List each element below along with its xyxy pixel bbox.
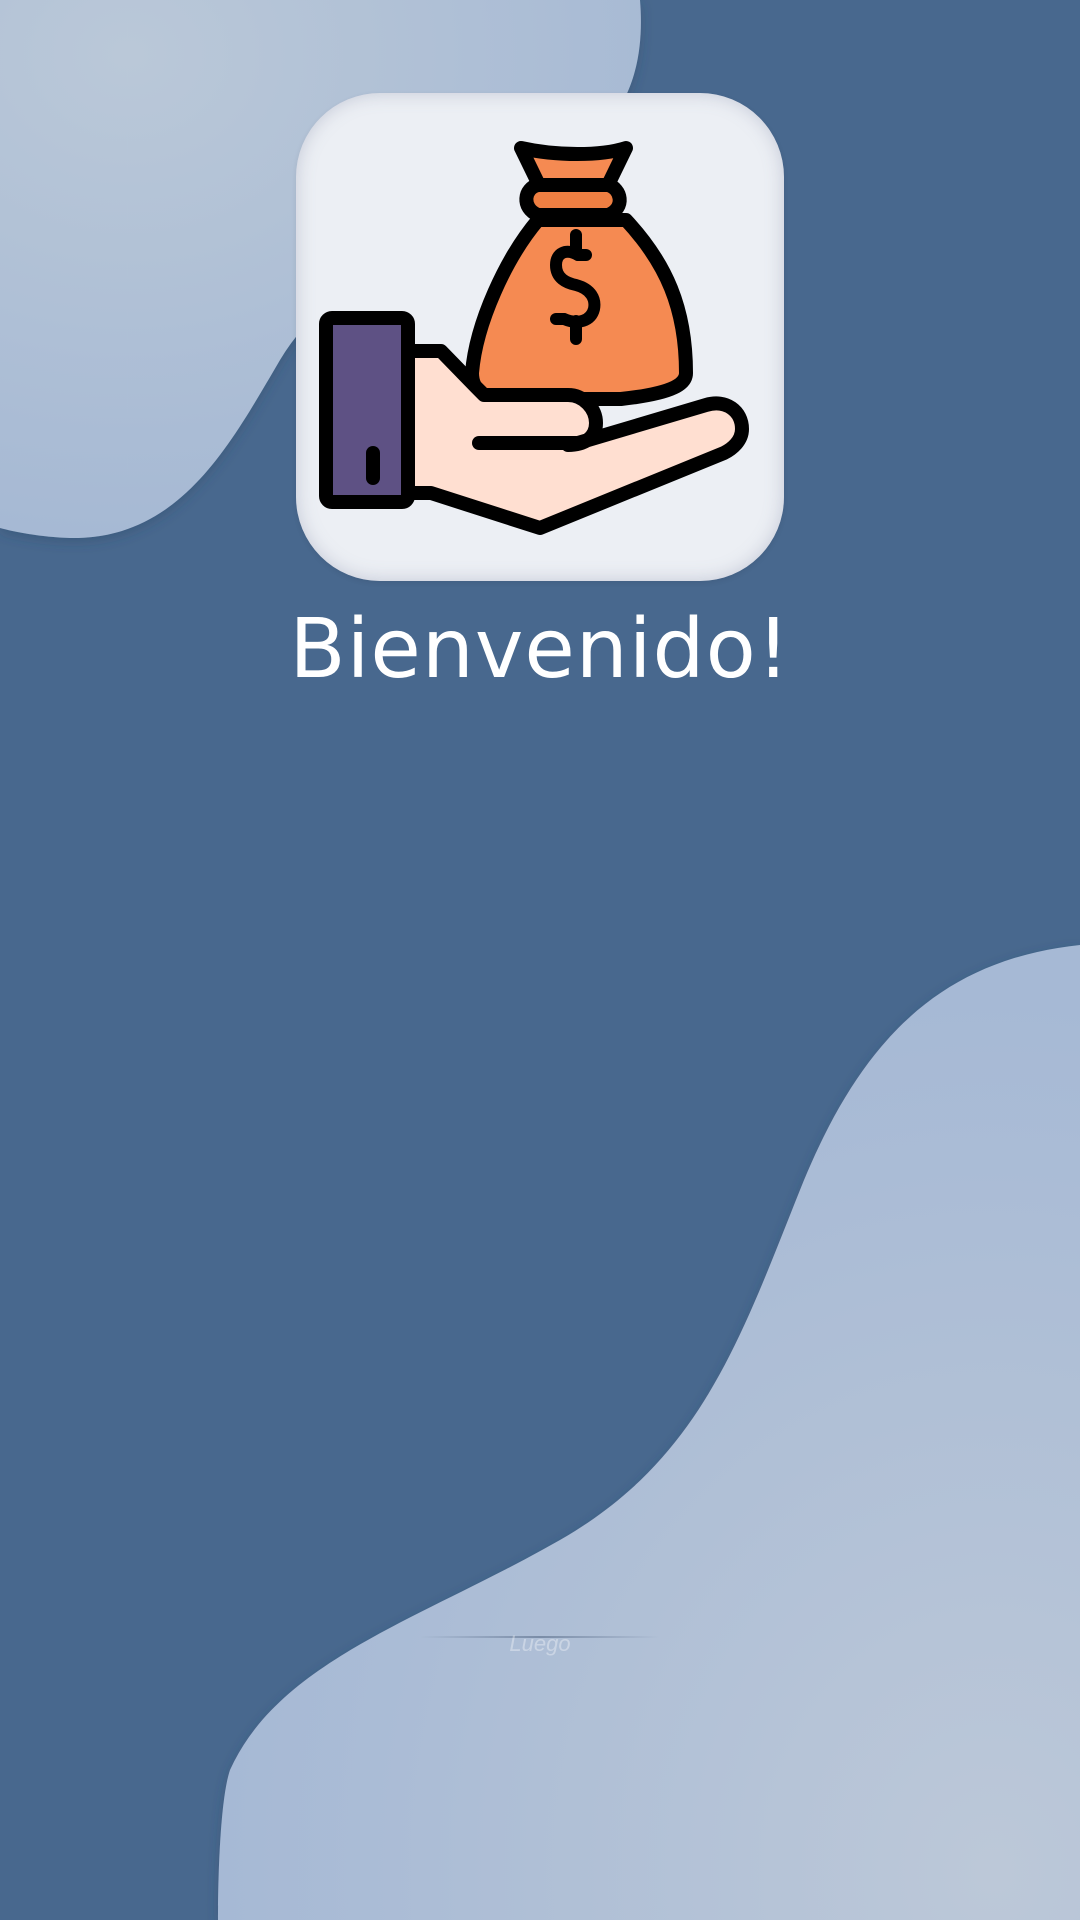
bottom-right-blob xyxy=(218,945,1080,1920)
hand-holding-money-bag-icon xyxy=(319,141,749,535)
welcome-title: Bienvenido! xyxy=(289,602,791,697)
app-logo xyxy=(296,93,784,581)
skip-link[interactable]: Luego xyxy=(420,1626,660,1662)
bag-band xyxy=(519,178,627,222)
